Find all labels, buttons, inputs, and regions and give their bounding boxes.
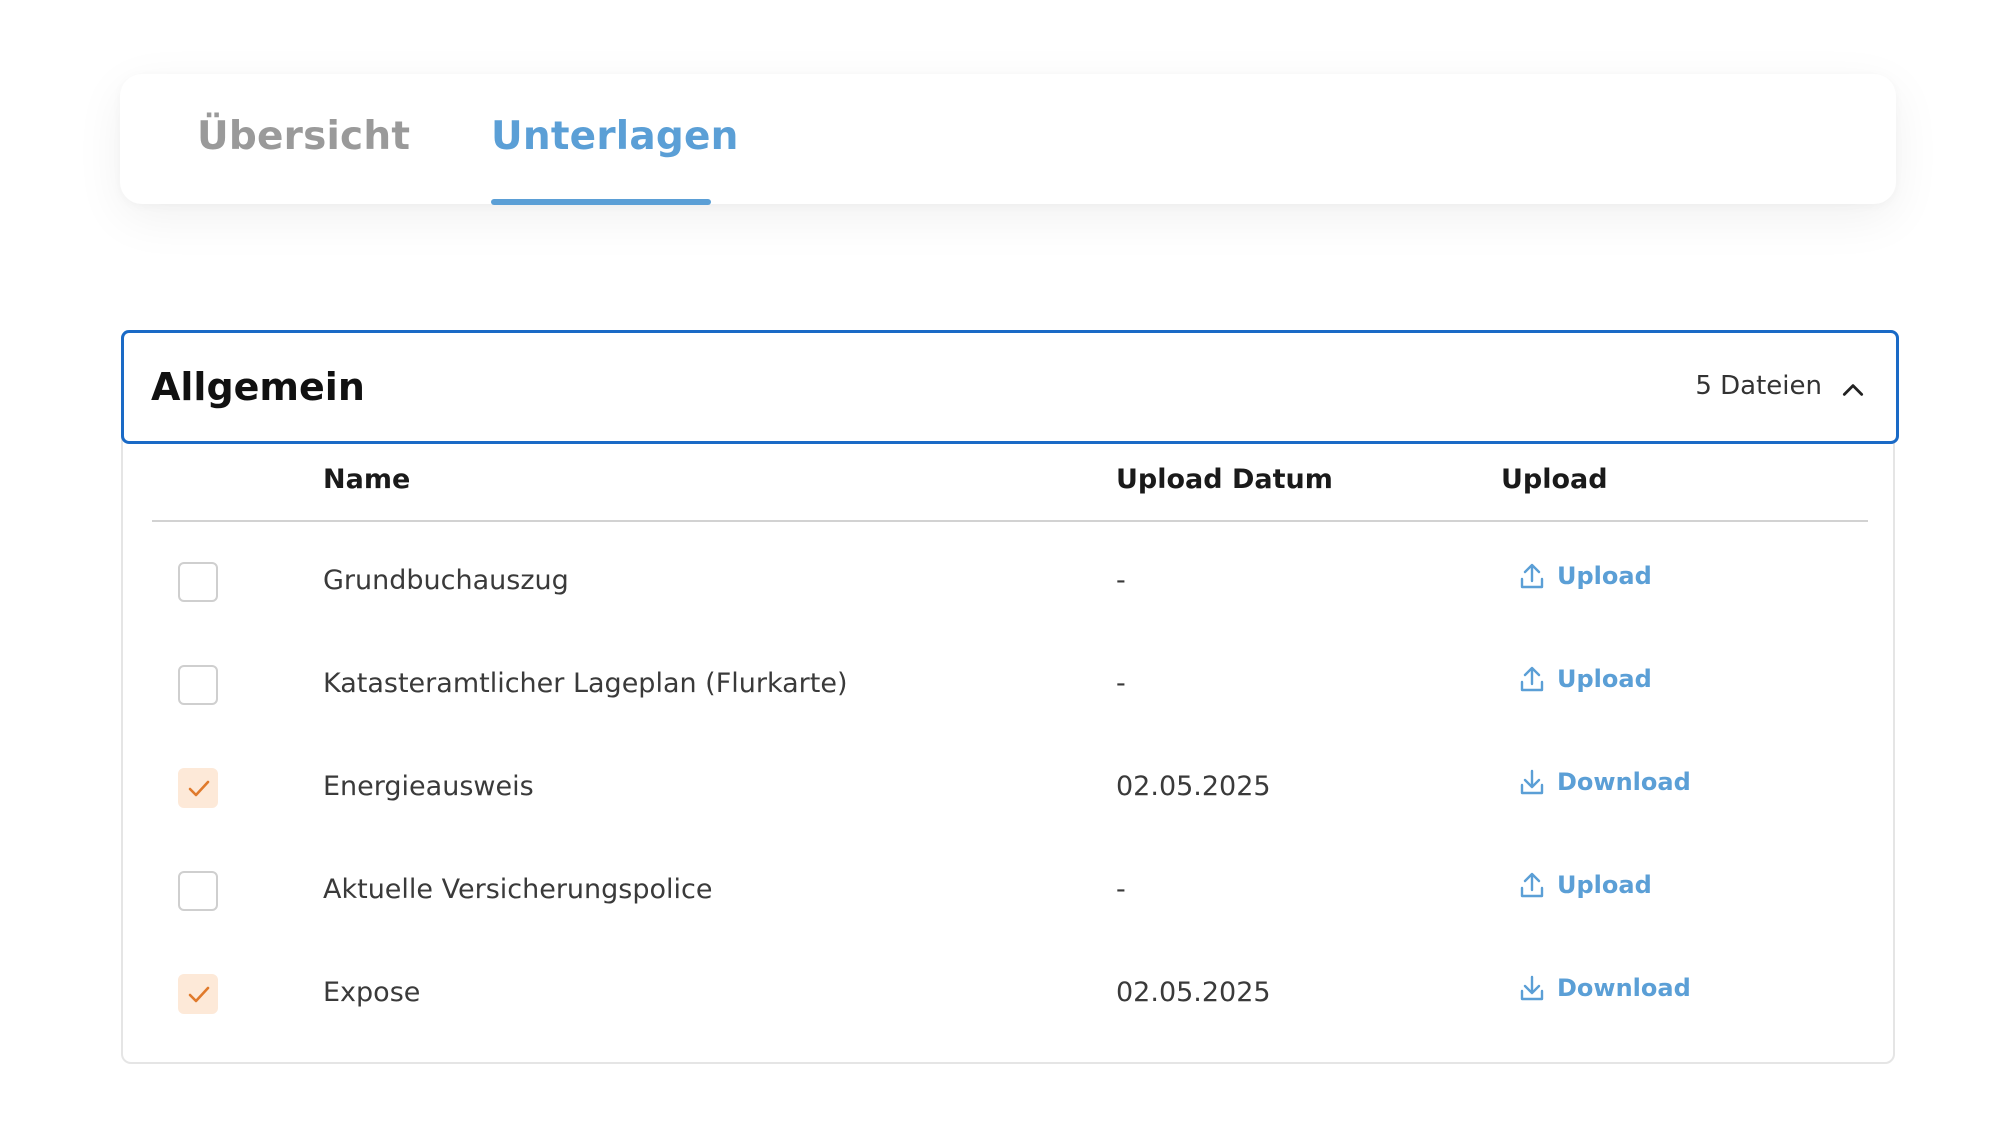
upload-date: -	[1116, 668, 1126, 699]
tab-bar: Übersicht Unterlagen	[120, 74, 1896, 205]
upload-button[interactable]: Upload	[1519, 665, 1652, 693]
column-header-name: Name	[323, 464, 411, 495]
header-divider	[152, 520, 1868, 522]
checkmark-icon	[188, 986, 210, 1003]
file-count: 5 Dateien	[1695, 371, 1822, 401]
upload-button[interactable]: Upload	[1519, 562, 1652, 590]
row-checkbox[interactable]	[178, 768, 218, 808]
upload-button[interactable]: Upload	[1519, 871, 1652, 899]
file-name: Katasteramtlicher Lageplan (Flurkarte)	[323, 668, 848, 699]
action-label: Download	[1557, 768, 1691, 796]
upload-date: -	[1116, 565, 1126, 596]
upload-date: 02.05.2025	[1116, 771, 1271, 802]
documents-section: Allgemein 5 Dateien Name Upload Datum Up…	[121, 330, 1899, 1064]
action-label: Upload	[1557, 665, 1652, 693]
upload-icon	[1520, 872, 1544, 898]
download-icon	[1520, 975, 1544, 1001]
page: Übersicht Unterlagen Allgemein 5 Dateien…	[0, 0, 2000, 1125]
column-header-upload-date: Upload Datum	[1116, 464, 1333, 495]
upload-date: 02.05.2025	[1116, 977, 1271, 1008]
download-button[interactable]: Download	[1519, 768, 1691, 796]
section-title: Allgemein	[151, 365, 365, 409]
file-name: Energieausweis	[323, 771, 534, 802]
file-name: Aktuelle Versicherungspolice	[323, 874, 713, 905]
row-checkbox[interactable]	[178, 871, 218, 911]
table-row: Grundbuchauszug - Upload	[123, 532, 1897, 634]
chevron-up-icon[interactable]	[1840, 377, 1866, 403]
action-label: Download	[1557, 974, 1691, 1002]
tab-overview[interactable]: Übersicht	[197, 114, 410, 159]
row-checkbox[interactable]	[178, 562, 218, 602]
download-icon	[1520, 769, 1544, 795]
row-checkbox[interactable]	[178, 665, 218, 705]
active-tab-indicator	[491, 199, 711, 205]
upload-icon	[1520, 563, 1544, 589]
upload-date: -	[1116, 874, 1126, 905]
checkmark-icon	[188, 780, 210, 797]
upload-icon	[1520, 666, 1544, 692]
download-button[interactable]: Download	[1519, 974, 1691, 1002]
section-header[interactable]: Allgemein 5 Dateien	[121, 330, 1899, 444]
file-name: Grundbuchauszug	[323, 565, 569, 596]
tab-documents[interactable]: Unterlagen	[491, 114, 739, 159]
column-header-upload: Upload	[1501, 464, 1608, 495]
action-label: Upload	[1557, 562, 1652, 590]
file-name: Expose	[323, 977, 421, 1008]
table-row: Expose 02.05.2025 Download	[123, 944, 1897, 1046]
table-row: Katasteramtlicher Lageplan (Flurkarte) - U…	[123, 635, 1897, 737]
action-label: Upload	[1557, 871, 1652, 899]
table-row: Aktuelle Versicherungspolice - Upload	[123, 841, 1897, 943]
table-row: Energieausweis 02.05.2025 Download	[123, 738, 1897, 840]
row-checkbox[interactable]	[178, 974, 218, 1014]
